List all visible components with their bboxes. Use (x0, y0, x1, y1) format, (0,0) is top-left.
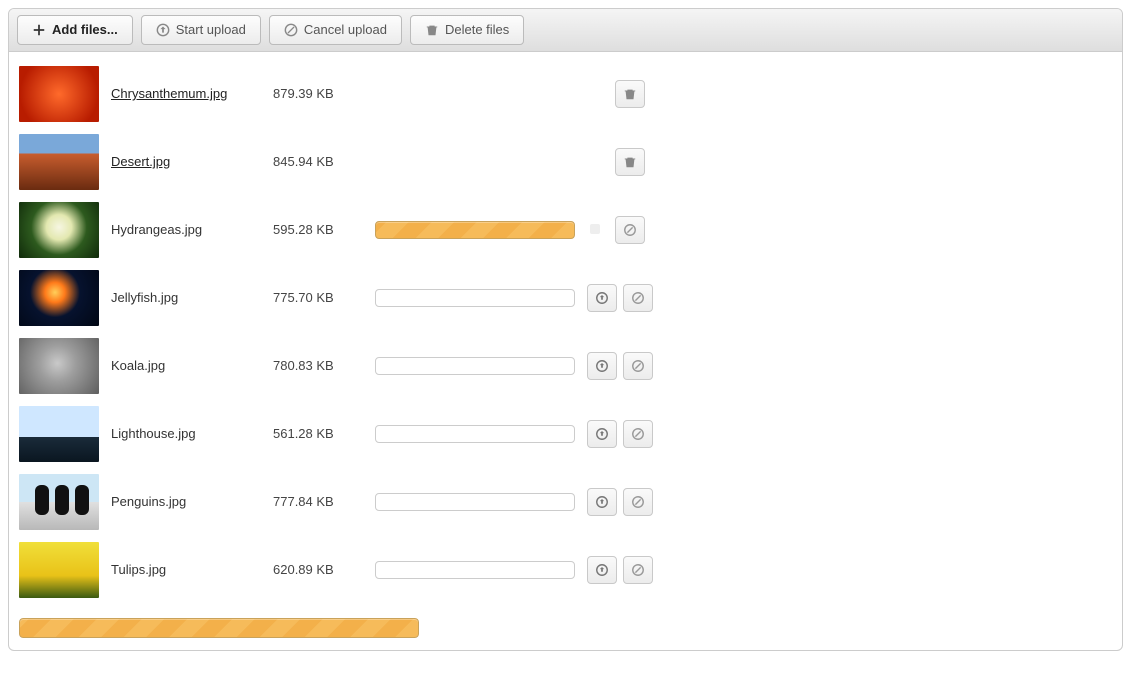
cancel-circle-icon (631, 359, 645, 373)
file-row: Tulips.jpg 620.89 KB (19, 536, 1112, 604)
file-thumbnail (19, 202, 99, 258)
file-progress-bar-empty (375, 493, 575, 511)
upload-circle-icon (595, 359, 609, 373)
upload-circle-icon (595, 291, 609, 305)
cancel-circle-icon (284, 23, 298, 37)
file-size: 561.28 KB (273, 426, 363, 441)
file-name: Jellyfish.jpg (111, 290, 261, 305)
plus-icon (32, 23, 46, 37)
file-progress-bar-empty (375, 425, 575, 443)
upload-circle-icon (595, 495, 609, 509)
start-file-button[interactable] (587, 420, 617, 448)
cancel-upload-button[interactable]: Cancel upload (269, 15, 402, 45)
start-upload-label: Start upload (176, 22, 246, 38)
upload-circle-icon (595, 427, 609, 441)
delete-file-button[interactable] (615, 148, 645, 176)
file-thumbnail (19, 542, 99, 598)
cancel-circle-icon (631, 427, 645, 441)
file-progress-bar-empty (375, 357, 575, 375)
file-thumbnail (19, 338, 99, 394)
file-name: Tulips.jpg (111, 562, 261, 577)
delete-files-button[interactable]: Delete files (410, 15, 524, 45)
file-size: 595.28 KB (273, 222, 363, 237)
cancel-file-button[interactable] (623, 284, 653, 312)
cancel-circle-icon (631, 563, 645, 577)
file-row: Koala.jpg 780.83 KB (19, 332, 1112, 400)
file-size: 775.70 KB (273, 290, 363, 305)
file-name-link[interactable]: Desert.jpg (111, 154, 261, 169)
add-files-button[interactable]: Add files... (17, 15, 133, 45)
toolbar: Add files... Start upload Cancel upload … (9, 9, 1122, 52)
file-size: 879.39 KB (273, 86, 363, 101)
trash-icon (425, 23, 439, 37)
file-row: Jellyfish.jpg 775.70 KB (19, 264, 1112, 332)
start-upload-button[interactable]: Start upload (141, 15, 261, 45)
start-file-button[interactable] (587, 556, 617, 584)
file-name: Hydrangeas.jpg (111, 222, 261, 237)
file-name: Koala.jpg (111, 358, 261, 373)
file-size: 777.84 KB (273, 494, 363, 509)
total-progress-bar (19, 618, 419, 638)
start-file-button[interactable] (587, 488, 617, 516)
total-progress-fill (19, 618, 419, 638)
file-list: Chrysanthemum.jpg 879.39 KB Desert.jpg 8… (9, 52, 1122, 604)
cancel-file-button[interactable] (623, 488, 653, 516)
file-size: 845.94 KB (273, 154, 363, 169)
file-thumbnail (19, 270, 99, 326)
file-progress-bar-empty (375, 561, 575, 579)
file-row: Lighthouse.jpg 561.28 KB (19, 400, 1112, 468)
file-thumbnail (19, 134, 99, 190)
file-size: 780.83 KB (273, 358, 363, 373)
file-thumbnail (19, 406, 99, 462)
cancel-file-button[interactable] (623, 420, 653, 448)
upload-panel: Add files... Start upload Cancel upload … (8, 8, 1123, 651)
cancel-circle-icon (631, 495, 645, 509)
upload-circle-icon (595, 563, 609, 577)
file-row: Penguins.jpg 777.84 KB (19, 468, 1112, 536)
cancel-upload-label: Cancel upload (304, 22, 387, 38)
file-name: Lighthouse.jpg (111, 426, 261, 441)
file-size: 620.89 KB (273, 562, 363, 577)
cancel-circle-icon (623, 223, 637, 237)
start-file-button[interactable] (587, 284, 617, 312)
file-progress-bar (375, 221, 575, 239)
cancel-file-button[interactable] (623, 556, 653, 584)
add-files-label: Add files... (52, 22, 118, 38)
file-row: Desert.jpg 845.94 KB (19, 128, 1112, 196)
cancel-file-button[interactable] (615, 216, 645, 244)
cancel-circle-icon (631, 291, 645, 305)
file-row: Chrysanthemum.jpg 879.39 KB (19, 60, 1112, 128)
file-name-link[interactable]: Chrysanthemum.jpg (111, 86, 261, 101)
trash-icon (623, 87, 637, 101)
delete-files-label: Delete files (445, 22, 509, 38)
trash-icon (623, 155, 637, 169)
cancel-file-button[interactable] (623, 352, 653, 380)
file-name: Penguins.jpg (111, 494, 261, 509)
file-row: Hydrangeas.jpg 595.28 KB (19, 196, 1112, 264)
file-thumbnail (19, 66, 99, 122)
file-progress-bar-empty (375, 289, 575, 307)
file-thumbnail (19, 474, 99, 530)
start-file-button[interactable] (587, 352, 617, 380)
upload-circle-icon (156, 23, 170, 37)
loading-indicator (590, 224, 600, 234)
delete-file-button[interactable] (615, 80, 645, 108)
